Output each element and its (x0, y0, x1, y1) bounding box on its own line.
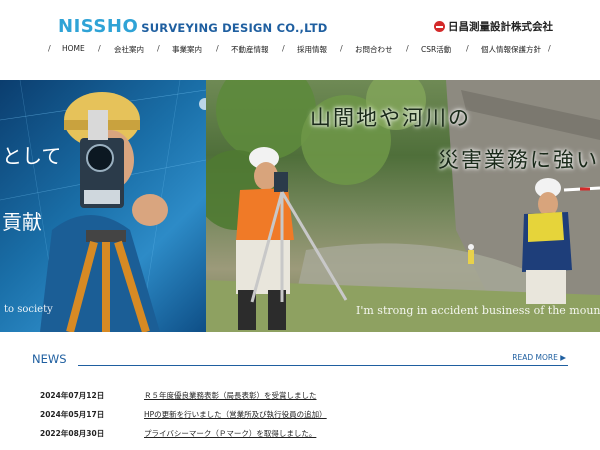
global-nav: / HOME / 会社案内 / 事業案内 / 不動産情報 / 採用情報 / お問… (40, 44, 570, 58)
news-link[interactable]: Ｒ５年度優良業務表彰（局長表彰）を受賞しました (144, 390, 317, 401)
hero-copy-line1: 山間地や河川の (310, 106, 471, 130)
news-item: 2024年07月12日 Ｒ５年度優良業務表彰（局長表彰）を受賞しました (40, 390, 560, 402)
hero-left-image: として 貢献 to society (0, 80, 206, 332)
news-divider (78, 365, 568, 366)
logo-main-text: NISSHO (58, 16, 139, 37)
news-link[interactable]: HPの更新を行いました（営業所及び執行役員の追加） (144, 409, 327, 420)
brand-name: 日昌測量設計株式会社 (448, 21, 553, 33)
hero-right-en-text: I'm strong in accident business of the m… (356, 304, 600, 317)
news-item: 2022年08月30日 プライバシーマーク（Ｐマーク）を取得しました。 (40, 428, 560, 440)
nav-item-real-estate[interactable]: 不動産情報 (231, 44, 269, 55)
hero-left-en-text: to society (4, 304, 53, 315)
nav-item-home[interactable]: HOME (62, 44, 85, 53)
nav-item-csr[interactable]: CSR活動 (421, 44, 451, 55)
nav-separator: / (48, 44, 51, 53)
hero-left-jp-line2: 貢献 (2, 210, 42, 234)
logo-sub-text: SURVEYING DESIGN CO.,LTD (141, 21, 328, 35)
nav-separator: / (98, 44, 101, 53)
brand-name-block: 日昌測量設計株式会社 (434, 19, 553, 34)
read-more-link[interactable]: READ MORE ▶ (512, 353, 566, 362)
nav-item-business[interactable]: 事業案内 (172, 44, 202, 55)
hero-copy-line2: 災害業務に強い (438, 148, 599, 172)
news-title: NEWS (32, 352, 67, 366)
nav-separator: / (466, 44, 469, 53)
nav-item-company[interactable]: 会社案内 (114, 44, 144, 55)
news-date: 2022年08月30日 (40, 429, 105, 438)
nav-separator: / (340, 44, 343, 53)
company-logo[interactable]: NISSHO SURVEYING DESIGN CO.,LTD (58, 16, 328, 37)
news-date: 2024年07月12日 (40, 391, 105, 400)
news-item: 2024年05月17日 HPの更新を行いました（営業所及び執行役員の追加） (40, 409, 560, 421)
hero-right-image: 山間地や河川の 災害業務に強い I'm strong in accident b… (206, 80, 600, 332)
nav-item-recruit[interactable]: 採用情報 (297, 44, 327, 55)
nav-item-contact[interactable]: お問合わせ (355, 44, 393, 55)
nav-separator: / (282, 44, 285, 53)
nav-separator: / (216, 44, 219, 53)
news-link[interactable]: プライバシーマーク（Ｐマーク）を取得しました。 (144, 428, 316, 439)
company-mark-icon (434, 21, 445, 32)
nav-item-privacy[interactable]: 個人情報保護方針 (481, 44, 541, 55)
nav-separator: / (548, 44, 551, 53)
nav-separator: / (157, 44, 160, 53)
hero-left-jp-line1: として (2, 144, 62, 168)
nav-separator: / (406, 44, 409, 53)
site-header: NISSHO SURVEYING DESIGN CO.,LTD 日昌測量設計株式会… (0, 0, 600, 70)
news-date: 2024年05月17日 (40, 410, 105, 419)
hero-slider[interactable]: として 貢献 to society 山間地や河川の 災害業務に強い I'm st… (0, 80, 600, 332)
